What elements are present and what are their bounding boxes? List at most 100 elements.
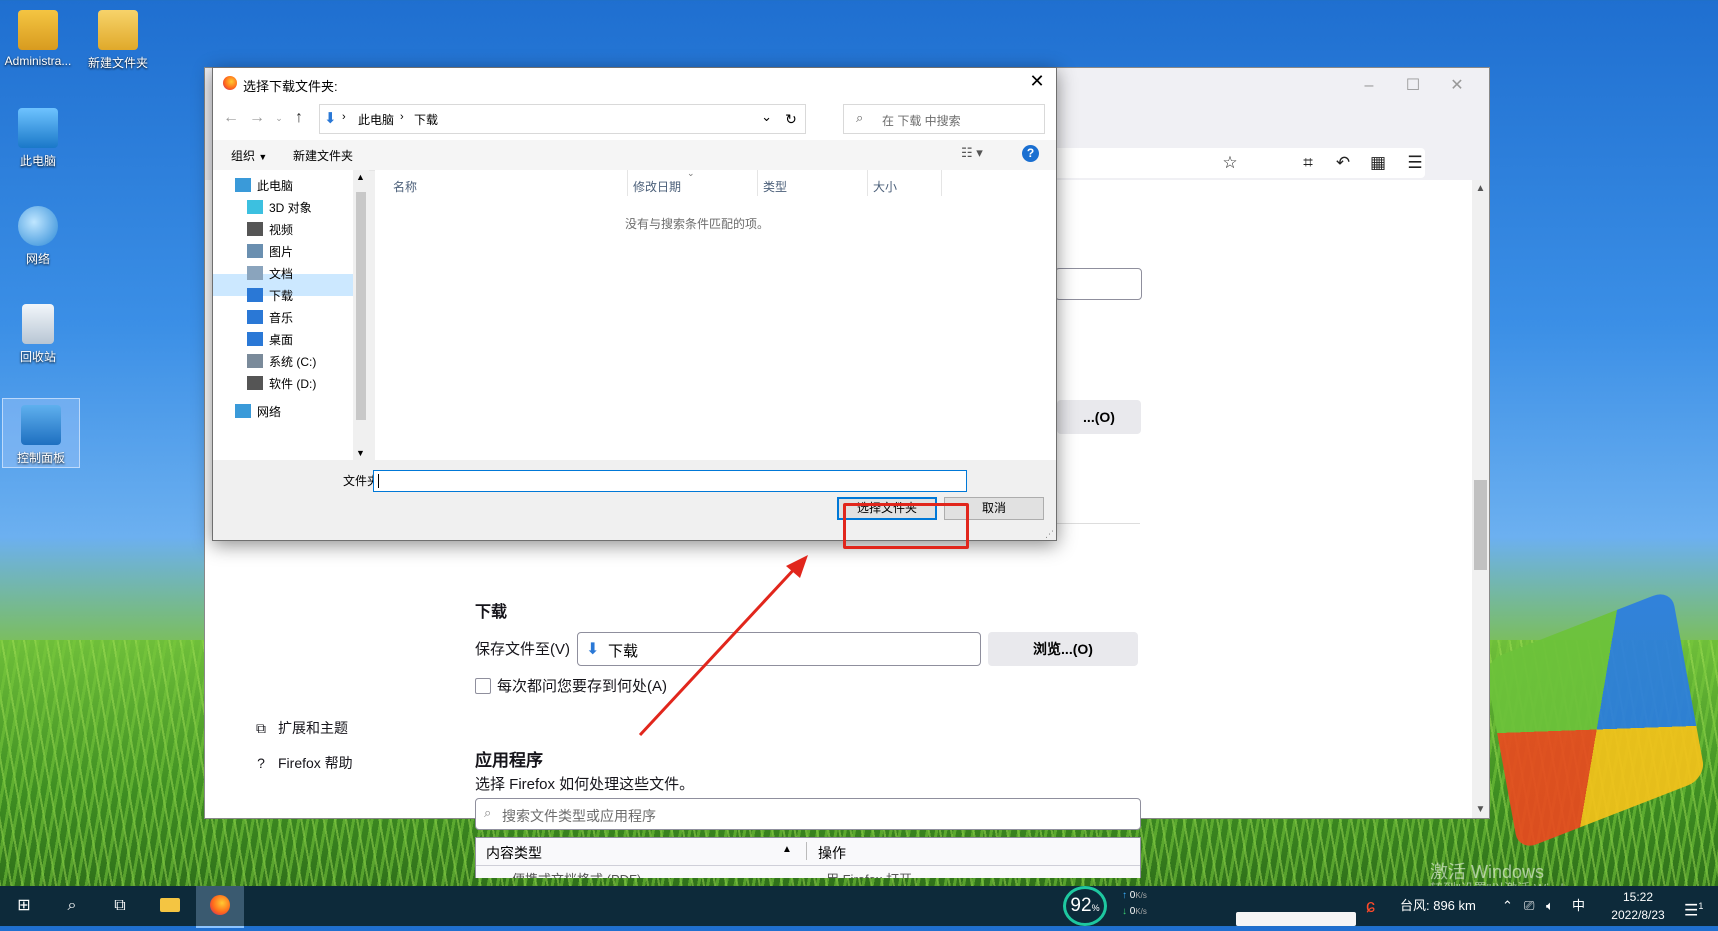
tree-item-icon	[247, 332, 263, 346]
resize-grip-icon[interactable]: ⋰	[1045, 529, 1054, 540]
refresh-icon[interactable]: ↻	[777, 104, 806, 134]
file-explorer-icon[interactable]	[146, 886, 194, 926]
browse-button-label: 浏览...(O)	[1033, 641, 1093, 657]
address-bar[interactable]: ⬇ › 此电脑 › 下载 ⌄	[319, 104, 779, 134]
download-arrow-icon: ↓	[1122, 906, 1127, 917]
column-header-type[interactable]: 类型	[763, 178, 787, 195]
applications-search-field[interactable]: ⌕ 搜索文件类型或应用程序	[475, 798, 1141, 830]
sidebar-link-extensions[interactable]: ⧉ 扩展和主题	[252, 718, 348, 738]
notification-icon[interactable]: ☰1	[1684, 886, 1703, 926]
tray-overflow-chevron-icon[interactable]: ⌃	[1502, 886, 1513, 926]
extensions-grid-icon[interactable]: ▦	[1365, 150, 1391, 176]
breadcrumb-root[interactable]: 此电脑	[358, 111, 394, 128]
task-view-icon[interactable]: ⧉	[96, 886, 144, 926]
tree-item[interactable]: 视频	[247, 220, 293, 240]
tree-scrollbar[interactable]: ▲ ▼	[353, 170, 369, 460]
new-folder-button[interactable]: 新建文件夹	[293, 147, 353, 164]
desktop-icon-this-pc[interactable]: 此电脑	[0, 108, 76, 169]
sidebar-link-help[interactable]: ? Firefox 帮助	[252, 753, 353, 773]
forward-icon[interactable]: →	[247, 109, 267, 127]
tree-item[interactable]: 网络	[235, 402, 281, 422]
close-icon[interactable]: ✕	[1026, 71, 1048, 92]
browse-button-top[interactable]: ...(O)	[1057, 400, 1141, 434]
tree-item[interactable]: 下载	[247, 286, 293, 306]
desktop-icon-network[interactable]: 网络	[0, 206, 76, 267]
tree-item[interactable]: 软件 (D:)	[247, 374, 316, 394]
screenshot-crop-icon[interactable]: ⌗	[1295, 150, 1321, 176]
volume-icon[interactable]: 🔈︎	[1546, 886, 1554, 926]
browse-button[interactable]: 浏览...(O)	[988, 632, 1138, 666]
weather-swirl-icon[interactable]: ɕ	[1366, 886, 1375, 926]
weather-text[interactable]: 台风: 896 km	[1400, 886, 1476, 926]
percent-sign: %	[1091, 903, 1100, 913]
save-to-field[interactable]: ⬇ 下载	[577, 632, 981, 666]
breadcrumb-current[interactable]: 下载	[414, 111, 438, 128]
scroll-down-icon[interactable]: ▼	[1472, 801, 1489, 818]
sort-ascending-icon: ▲	[782, 844, 792, 855]
applications-description: 选择 Firefox 如何处理这些文件。	[475, 776, 695, 793]
dialog-search-box[interactable]: ⌕ 在 下载 中搜索	[843, 104, 1045, 134]
minimize-button[interactable]: –	[1349, 72, 1389, 100]
desktop-icon-recycle-bin[interactable]: 回收站	[0, 304, 76, 365]
download-arrow-icon: ⬇	[586, 641, 600, 658]
upload-arrow-icon: ↑	[1122, 890, 1127, 901]
sort-chevron-icon: ⌄	[687, 168, 695, 178]
page-scrollbar[interactable]: ▲ ▼	[1472, 180, 1489, 818]
scroll-up-icon[interactable]: ▲	[1472, 180, 1489, 197]
tree-item[interactable]: 桌面	[247, 330, 293, 350]
scroll-up-icon[interactable]: ▲	[356, 172, 365, 182]
browse-button-label: ...(O)	[1083, 409, 1115, 425]
scrollbar-thumb[interactable]	[1474, 480, 1487, 570]
cpu-gauge: 92%	[1063, 886, 1107, 926]
tree-scrollbar-thumb[interactable]	[356, 192, 366, 420]
always-ask-checkbox[interactable]	[475, 678, 491, 694]
desktop-icon-new-folder[interactable]: 新建文件夹	[80, 10, 156, 71]
tree-item[interactable]: 系统 (C:)	[247, 352, 316, 372]
tree-item[interactable]: 音乐	[247, 308, 293, 328]
tree-item[interactable]: 3D 对象	[247, 198, 312, 218]
desktop-icon-control-panel[interactable]: 控制面板	[2, 398, 80, 468]
section-divider	[1055, 523, 1140, 524]
bookmark-star-icon[interactable]: ☆	[1217, 150, 1243, 176]
ime-indicator[interactable]: 中	[1572, 886, 1585, 926]
search-icon[interactable]: ⌕	[48, 886, 96, 926]
folder-input[interactable]	[373, 470, 967, 492]
app-tray-icons[interactable]	[1236, 912, 1356, 926]
settings-text-field[interactable]	[1055, 268, 1142, 300]
maximize-button[interactable]: ☐	[1393, 72, 1433, 100]
back-icon[interactable]: ←	[221, 109, 241, 127]
chevron-down-icon: ▼	[258, 152, 268, 162]
up-folder-icon[interactable]: ↑	[289, 109, 309, 127]
tree-item[interactable]: 图片	[247, 242, 293, 262]
start-windows-icon[interactable]: ⊞	[0, 886, 48, 926]
tree-item-icon	[247, 354, 263, 368]
breadcrumb-separator-icon: ›	[400, 111, 404, 123]
tree-item[interactable]: 文档	[247, 264, 293, 284]
organize-menu[interactable]: 组织 ▼	[231, 147, 267, 164]
firefox-taskbar-icon[interactable]	[196, 886, 244, 928]
view-options-icon[interactable]: ☷ ▾	[961, 145, 983, 161]
recent-dropdown-icon[interactable]: ⌄	[269, 113, 289, 124]
menu-hamburger-icon[interactable]: ☰	[1402, 150, 1428, 176]
help-icon[interactable]: ?	[1022, 145, 1039, 162]
tree-item-icon	[247, 200, 263, 214]
address-dropdown-icon[interactable]: ⌄	[761, 109, 772, 125]
table-row-action: 用 Firefox 打开	[826, 869, 912, 878]
column-header-size[interactable]: 大小	[873, 178, 897, 195]
text-caret	[378, 474, 379, 488]
column-header-name[interactable]: 名称	[393, 178, 417, 195]
clock[interactable]: 15:22 2022/8/23	[1594, 888, 1682, 924]
scroll-down-icon[interactable]: ▼	[356, 448, 365, 458]
close-window-button[interactable]: ✕	[1437, 72, 1477, 100]
network-status-icon[interactable]: ⎚	[1524, 886, 1534, 926]
net-down-row: ↓ 0K/s	[1122, 904, 1174, 920]
column-header-action[interactable]: 操作	[818, 843, 846, 863]
tree-item-icon	[247, 266, 263, 280]
tree-item[interactable]: 此电脑	[235, 176, 293, 196]
desktop-icon-administrator[interactable]: Administra...	[0, 10, 76, 68]
back-arrow-icon[interactable]: ↶	[1330, 150, 1356, 176]
navigation-tree: 此电脑 3D 对象 视频 图片 文档 下载 音乐 桌面 系统 (C:) 软件 (D:) 网络	[213, 170, 369, 460]
column-header-date[interactable]: 修改日期	[633, 178, 681, 195]
column-header-content-type[interactable]: 内容类型	[486, 843, 542, 863]
net-up-unit: K/s	[1135, 891, 1147, 900]
